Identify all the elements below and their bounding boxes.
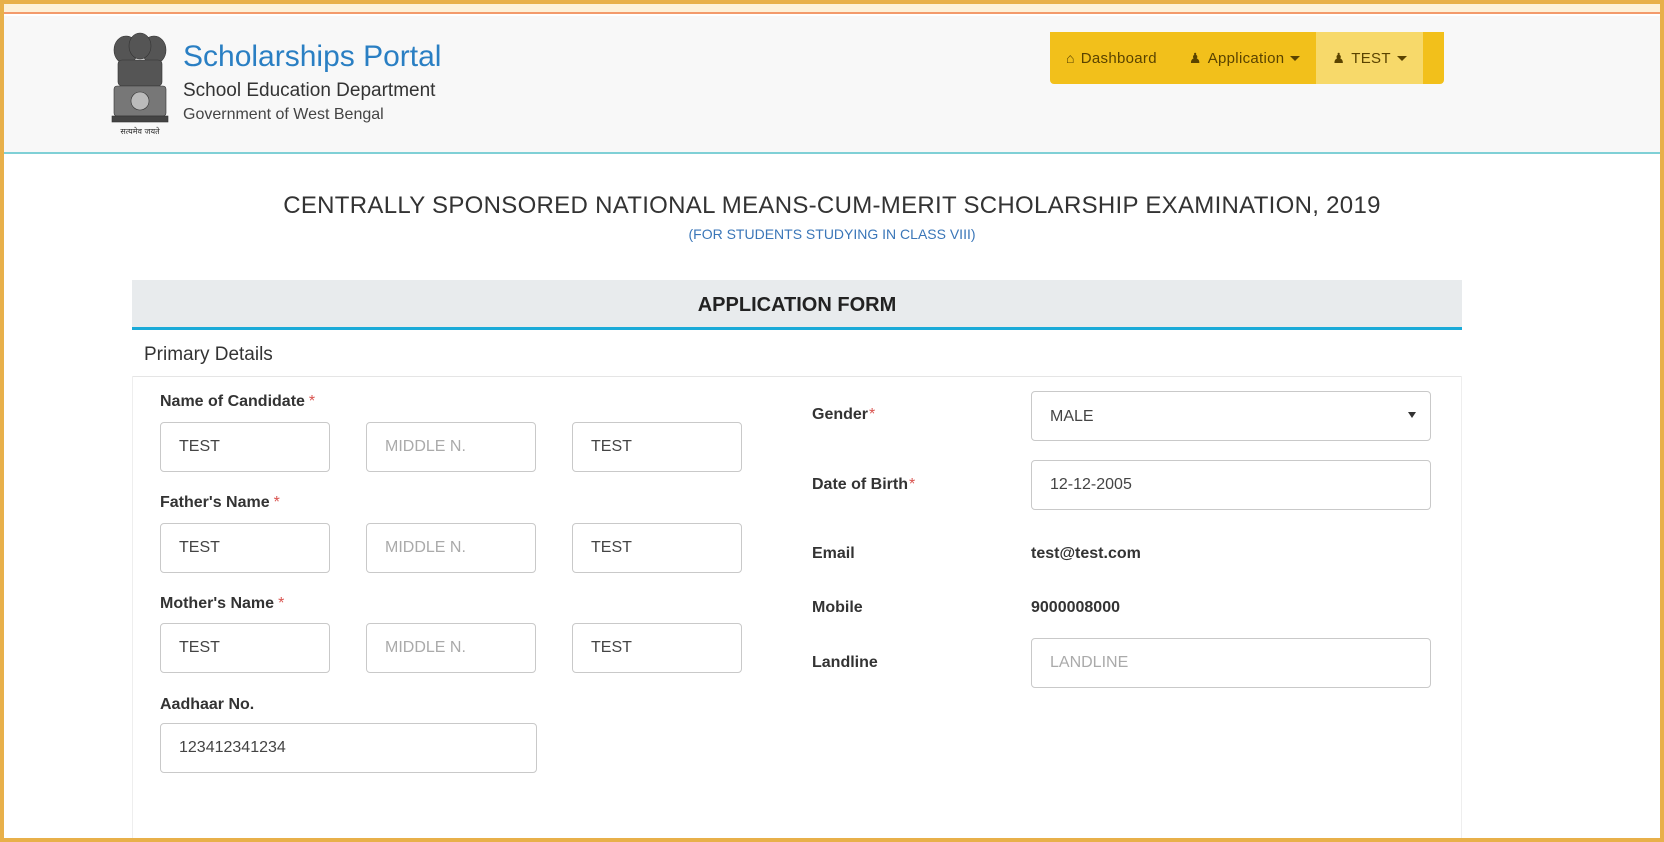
form-title: APPLICATION FORM [132, 280, 1462, 330]
gender-select[interactable]: MALE [1031, 391, 1431, 441]
required-mark: * [308, 393, 316, 410]
panel-border-left [132, 376, 133, 838]
mother-name-label: Mother's Name * [160, 595, 284, 613]
gender-label: Gender* [812, 406, 875, 424]
top-nav: ⌂ Dashboard ♟ Application ♟ TEST [1050, 32, 1444, 84]
exam-title: CENTRALLY SPONSORED NATIONAL MEANS-CUM-M… [283, 192, 1381, 219]
section-title: Primary Details [144, 344, 273, 365]
app-frame: सत्यमेव जयते Scholarships Portal School … [0, 0, 1664, 842]
dropdown-arrow-icon [1408, 412, 1416, 418]
nav-user-menu[interactable]: ♟ TEST [1316, 32, 1423, 84]
nav-dashboard-label: Dashboard [1080, 49, 1157, 67]
mother-first-name-input[interactable] [160, 623, 330, 673]
emblem-logo: सत्यमेव जयते [111, 32, 169, 136]
candidate-last-name-input[interactable] [572, 422, 742, 472]
landline-input[interactable] [1031, 638, 1431, 688]
mother-name-label-text: Mother's Name [160, 595, 275, 612]
candidate-middle-name-input[interactable] [366, 422, 536, 472]
email-value: test@test.com [1031, 545, 1141, 562]
user-icon: ♟ [1188, 49, 1202, 66]
father-first-name-input[interactable] [160, 523, 330, 573]
gender-selected-value: MALE [1050, 408, 1094, 425]
candidate-name-label-text: Name of Candidate [160, 393, 305, 410]
nav-application[interactable]: ♟ Application [1173, 32, 1317, 84]
top-border [4, 4, 1660, 14]
aadhaar-input[interactable] [160, 723, 537, 773]
required-mark: * [909, 476, 916, 493]
required-mark: * [869, 406, 876, 423]
father-name-label: Father's Name * [160, 494, 280, 512]
emblem-caption: सत्यमेव जयते [120, 126, 160, 136]
chevron-down-icon [1290, 55, 1301, 61]
panel-border-right [1461, 376, 1462, 838]
mother-middle-name-input[interactable] [366, 623, 536, 673]
aadhaar-label: Aadhaar No. [160, 696, 255, 713]
mother-last-name-input[interactable] [572, 623, 742, 673]
nav-dashboard[interactable]: ⌂ Dashboard [1050, 32, 1173, 84]
candidate-first-name-input[interactable] [160, 422, 330, 472]
dob-label: Date of Birth* [812, 476, 915, 494]
nav-application-label: Application [1207, 49, 1285, 67]
nav-user-label: TEST [1351, 49, 1391, 67]
dob-input[interactable] [1031, 460, 1431, 510]
chevron-down-icon [1396, 55, 1407, 61]
email-label: Email [812, 545, 855, 562]
mobile-value: 9000008000 [1031, 599, 1120, 616]
site-header: सत्यमेव जयते Scholarships Portal School … [4, 16, 1660, 154]
dob-label-text: Date of Birth [812, 476, 908, 493]
exam-subtitle: (FOR STUDENTS STUDYING IN CLASS VIII) [688, 226, 976, 242]
brand-department: School Education Department [183, 80, 436, 101]
brand-government: Government of West Bengal [183, 106, 384, 123]
brand-title[interactable]: Scholarships Portal [183, 40, 441, 74]
mobile-label: Mobile [812, 599, 863, 616]
home-icon: ⌂ [1066, 50, 1075, 66]
required-mark: * [278, 595, 285, 612]
father-last-name-input[interactable] [572, 523, 742, 573]
father-middle-name-input[interactable] [366, 523, 536, 573]
landline-label: Landline [812, 654, 878, 671]
father-name-label-text: Father's Name [160, 494, 270, 511]
gender-label-text: Gender [812, 406, 869, 423]
required-mark: * [273, 494, 280, 511]
candidate-name-label: Name of Candidate * [160, 393, 315, 411]
user-icon: ♟ [1332, 49, 1346, 66]
section-divider [132, 376, 1462, 377]
